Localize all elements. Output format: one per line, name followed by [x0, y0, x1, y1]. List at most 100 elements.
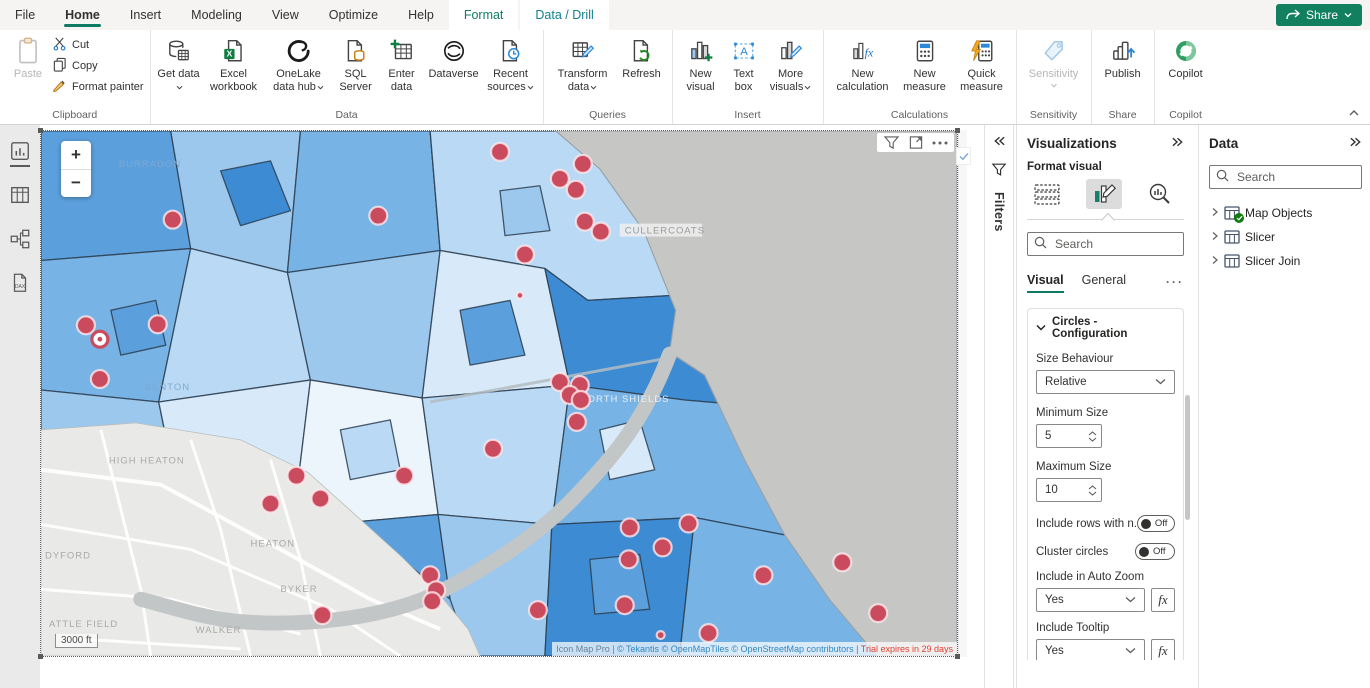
text-box-button[interactable]: A Text box: [725, 32, 763, 94]
transform-data-button[interactable]: Transform data: [550, 32, 616, 94]
map-circle[interactable]: [654, 538, 672, 556]
tab-modeling[interactable]: Modeling: [176, 0, 257, 30]
minimum-size-stepper[interactable]: 5: [1036, 424, 1102, 448]
map-circle[interactable]: [567, 181, 585, 199]
format-search-input[interactable]: [1053, 236, 1177, 252]
map-circle[interactable]: [657, 631, 665, 639]
new-calculation-button[interactable]: fx New calculation: [830, 32, 896, 94]
map-circle[interactable]: [262, 495, 280, 513]
dax-query-view-button[interactable]: DAX: [8, 271, 32, 295]
canvas-scrollbar[interactable]: [958, 130, 967, 657]
circles-configuration-header[interactable]: Circles - Configuration: [1036, 316, 1175, 340]
tab-format[interactable]: Format: [449, 0, 519, 30]
tab-view[interactable]: View: [257, 0, 314, 30]
filters-pane-title[interactable]: Filters: [992, 192, 1006, 232]
tab-data-drill[interactable]: Data / Drill: [520, 0, 608, 30]
recent-sources-button[interactable]: Recent sources: [485, 32, 537, 94]
map-circle[interactable]: [311, 490, 329, 508]
format-tabs-overflow[interactable]: ···: [1166, 275, 1184, 289]
filters-funnel-icon[interactable]: [991, 162, 1007, 180]
table-row-slicer-join[interactable]: Slicer Join: [1209, 249, 1362, 273]
publish-button[interactable]: Publish: [1098, 32, 1148, 81]
maximum-size-stepper[interactable]: 10: [1036, 478, 1102, 502]
copy-button[interactable]: Copy: [52, 57, 144, 75]
map-circle[interactable]: [516, 246, 534, 264]
table-row-map-objects[interactable]: Map Objects: [1209, 201, 1362, 225]
tab-file[interactable]: File: [0, 0, 50, 30]
include-rows-toggle[interactable]: Off: [1137, 515, 1175, 532]
enter-data-button[interactable]: Enter data: [381, 32, 423, 94]
visualizations-scrollbar[interactable]: [1185, 395, 1190, 520]
map-circle[interactable]: [833, 553, 851, 571]
cut-button[interactable]: Cut: [52, 36, 144, 54]
data-search-input[interactable]: [1235, 169, 1355, 185]
paste-button[interactable]: Paste: [6, 32, 50, 81]
map-circle[interactable]: [313, 606, 331, 624]
expand-chevron-icon[interactable]: [1211, 206, 1219, 220]
tab-insert[interactable]: Insert: [115, 0, 176, 30]
more-visuals-button[interactable]: More visuals: [765, 32, 817, 94]
map-circle[interactable]: [149, 315, 167, 333]
map-circle[interactable]: [484, 440, 502, 458]
sql-server-button[interactable]: SQL Server: [333, 32, 379, 94]
get-data-button[interactable]: Get data: [157, 32, 201, 94]
map-circle[interactable]: [551, 170, 569, 188]
map-circle[interactable]: [164, 211, 182, 229]
collapse-visualizations-icon[interactable]: [1171, 136, 1184, 151]
onelake-data-hub-button[interactable]: OneLake data hub: [267, 32, 331, 94]
cluster-circles-toggle[interactable]: Off: [1135, 543, 1175, 560]
map-circle[interactable]: [574, 155, 592, 173]
map-circle[interactable]: [621, 519, 639, 537]
visual-checkbox[interactable]: [956, 147, 971, 165]
include-tooltip-fx-button[interactable]: fx: [1151, 639, 1175, 660]
map-circle[interactable]: [287, 467, 305, 485]
new-visual-button[interactable]: New visual: [679, 32, 723, 94]
auto-zoom-fx-button[interactable]: fx: [1151, 588, 1175, 612]
sensitivity-button[interactable]: Sensitivity: [1023, 32, 1085, 88]
visual-filter-icon[interactable]: [883, 135, 900, 150]
map-circle[interactable]: [77, 316, 95, 334]
quick-measure-button[interactable]: Quick measure: [954, 32, 1010, 94]
map-circle[interactable]: [529, 601, 547, 619]
include-tooltip-dropdown[interactable]: Yes: [1036, 639, 1145, 660]
map-circle[interactable]: [369, 207, 387, 225]
map-circle[interactable]: [572, 391, 590, 409]
zoom-in-button[interactable]: +: [61, 141, 91, 170]
collapse-data-panel-icon[interactable]: [1349, 136, 1362, 151]
map-circle[interactable]: [576, 213, 594, 231]
format-mode-icon[interactable]: [1086, 179, 1122, 209]
collapse-ribbon-chevron[interactable]: [1348, 106, 1360, 120]
tab-home[interactable]: Home: [50, 0, 115, 30]
map-circle[interactable]: [395, 467, 413, 485]
format-painter-button[interactable]: Format painter: [52, 78, 144, 96]
map-attribution[interactable]: Icon Map Pro | © Tekantis © OpenMapTiles…: [552, 642, 957, 656]
map-circle[interactable]: [491, 143, 509, 161]
report-page[interactable]: BURRADONCULLERCOATSBENTONNORTH SHIELDSHI…: [40, 127, 966, 688]
zoom-out-button[interactable]: −: [61, 170, 91, 198]
more-options-icon[interactable]: [932, 141, 948, 145]
size-behaviour-dropdown[interactable]: Relative: [1036, 370, 1175, 394]
map-circle[interactable]: [423, 592, 441, 610]
tab-visual[interactable]: Visual: [1027, 273, 1064, 291]
map-circle[interactable]: [620, 550, 638, 568]
tab-optimize[interactable]: Optimize: [314, 0, 393, 30]
map-circle[interactable]: [869, 604, 887, 622]
analytics-mode-icon[interactable]: [1142, 179, 1178, 209]
refresh-button[interactable]: Refresh: [618, 32, 666, 81]
map-circle[interactable]: [517, 292, 523, 298]
map-circle[interactable]: [568, 413, 586, 431]
tab-help[interactable]: Help: [393, 0, 449, 30]
share-button[interactable]: Share: [1276, 4, 1362, 26]
report-view-button[interactable]: [8, 139, 32, 163]
expand-filters-icon[interactable]: [993, 135, 1006, 150]
map-circle[interactable]: [754, 566, 772, 584]
dataverse-button[interactable]: Dataverse: [425, 32, 483, 81]
auto-zoom-dropdown[interactable]: Yes: [1036, 588, 1145, 612]
table-view-button[interactable]: [8, 183, 32, 207]
map-circle[interactable]: [700, 624, 718, 642]
fields-mode-icon[interactable]: [1029, 179, 1065, 209]
copilot-button[interactable]: Copilot: [1161, 32, 1211, 81]
map-circle-ring[interactable]: [92, 331, 108, 347]
table-row-slicer[interactable]: Slicer: [1209, 225, 1362, 249]
map-circle[interactable]: [592, 223, 610, 241]
